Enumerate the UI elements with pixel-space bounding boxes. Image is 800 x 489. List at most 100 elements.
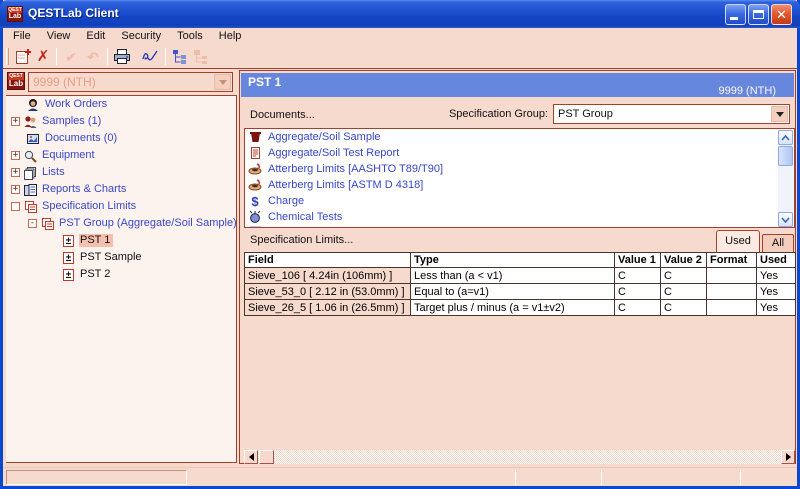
window-title: QESTLab Client [28,0,119,27]
expand-plus-icon[interactable]: + [11,168,20,177]
documents-list: Aggregate/Soil Sample Aggregate/Soil Tes… [244,128,795,228]
svg-text:$: $ [251,194,259,208]
lab-combobox-value: 9999 (NTH) [33,73,96,91]
minimize-button[interactable] [725,4,746,25]
undo-icon: ↶ [87,50,99,64]
tree-item-pst-sample[interactable]: ± PST Sample [6,249,236,266]
close-button[interactable]: ✕ [771,4,792,25]
scroll-down-button[interactable] [778,212,793,227]
document-item[interactable]: Atterberg Limits [AASHTO T89/T90] [245,161,794,177]
document-item[interactable]: R Cleanness Value [CalTrans 227] [245,225,794,228]
lab-tree-button[interactable] [191,46,211,67]
document-item[interactable]: Atterberg Limits [ASTM D 4318] [245,177,794,193]
tree-item-reports-charts[interactable]: + Reports & Charts [6,181,236,198]
tab-used[interactable]: Used [716,230,760,252]
menu-security[interactable]: Security [113,29,169,44]
undo-button[interactable]: ↶ [83,46,103,67]
expand-minus-icon[interactable]: - [28,219,37,228]
svg-text:±: ± [66,253,72,264]
scroll-left-button[interactable] [244,450,258,464]
new-record-button[interactable] [13,46,33,67]
documents-scrollbar[interactable] [778,130,793,227]
dish-icon [248,178,263,192]
scroll-up-button[interactable] [778,130,793,145]
tree-item-pst-2[interactable]: ± PST 2 [6,266,236,283]
horizontal-scrollbar[interactable] [244,450,795,464]
spec-icon [40,217,55,231]
svg-text:±: ± [66,270,72,281]
maximize-icon [753,10,764,19]
client-area: QESTLab 9999 (NTH) Work Orders + Samples… [3,68,797,467]
tree-item-samples[interactable]: + Samples (1) [6,113,236,130]
status-divider [601,470,602,485]
col-value1: Value 1 [615,253,661,268]
table-row[interactable]: Sieve_106 [ 4.24in (106mm) ] Less than (… [245,268,796,284]
tree-item-documents[interactable]: Documents (0) [6,130,236,147]
status-bar [3,467,797,486]
menu-tools[interactable]: Tools [169,29,211,44]
tree-view-icon [171,48,189,65]
menu-file[interactable]: File [5,29,39,44]
tree-item-pst-group[interactable]: - PST Group (Aggregate/Soil Sample) [6,215,236,232]
scroll-right-button[interactable] [781,450,795,464]
apply-button[interactable]: ✔ [61,46,81,67]
new-record-icon [15,48,32,65]
menu-edit[interactable]: Edit [78,29,113,44]
chevron-up-icon [781,135,790,141]
table-row[interactable]: Sieve_53_0 [ 2.12 in (53.0mm) ] Equal to… [245,284,796,300]
chevron-down-icon [776,112,784,117]
menu-help[interactable]: Help [211,29,250,44]
app-window: QESTLab QESTLab Client ✕ File View Edit … [0,0,800,489]
spec-limits-table: Field Type Value 1 Value 2 Format Used S… [244,252,796,316]
status-panel [6,470,187,485]
print-button[interactable] [112,46,132,67]
tree-item-specification-limits[interactable]: Specification Limits [6,198,236,215]
cards-icon [23,166,38,180]
report-icon [23,183,38,197]
document-item[interactable]: Aggregate/Soil Sample [245,129,794,145]
document-item[interactable]: Chemical Tests [245,209,794,225]
tab-all[interactable]: All [762,234,794,252]
delete-button[interactable]: ✗ [33,46,53,67]
title-bar: QESTLab QESTLab Client ✕ [0,0,800,28]
expand-empty-icon[interactable] [11,202,20,211]
expand-plus-icon[interactable]: + [11,117,20,126]
documents-label: Documents... [250,109,315,121]
tree-view-button[interactable] [170,46,190,67]
table-row[interactable]: Sieve_26_5 [ 1.06 in (26.5mm) ] Target p… [245,300,796,316]
spec-group-combobox[interactable]: PST Group [553,104,790,124]
expand-plus-icon[interactable]: + [11,185,20,194]
spec-group-arrow[interactable] [771,106,788,122]
lab-combobox-arrow[interactable] [214,74,231,90]
signature-button[interactable] [140,46,160,67]
people-icon [23,115,38,129]
spec-limits-label: Specification Limits... [250,234,353,246]
toolbar-separator [56,48,57,65]
lab-combobox[interactable]: 9999 (NTH) [28,72,233,92]
tree-item-work-orders[interactable]: Work Orders [6,96,236,113]
tree-item-equipment[interactable]: + Equipment [6,147,236,164]
maximize-button[interactable] [748,4,769,25]
scrollbar-thumb[interactable] [778,146,793,166]
toolbar-separator [107,48,108,65]
cleanness-icon: R [248,226,263,228]
col-field: Field [245,253,411,268]
spec-icon [23,200,38,214]
scrollbar-thumb[interactable] [259,450,274,464]
signature-icon [141,48,159,65]
dollar-icon: $ [248,194,263,208]
picture-icon [26,132,41,146]
lab-badge-icon: QESTLab [7,72,25,90]
test-report-icon [248,146,263,160]
menu-bar: File View Edit Security Tools Help [3,28,797,45]
menu-view[interactable]: View [39,29,79,44]
tree-item-pst-1[interactable]: ± PST 1 [6,232,236,249]
document-item[interactable]: $ Charge [245,193,794,209]
detail-header: PST 1 9999 (NTH) [241,73,794,97]
spec-group-label: Specification Group: [449,108,548,120]
expand-plus-icon[interactable]: + [11,151,20,160]
tree-item-lists[interactable]: + Lists [6,164,236,181]
toolbar-separator [165,48,166,65]
document-item[interactable]: Aggregate/Soil Test Report [245,145,794,161]
toolbar-grip[interactable] [6,48,9,65]
